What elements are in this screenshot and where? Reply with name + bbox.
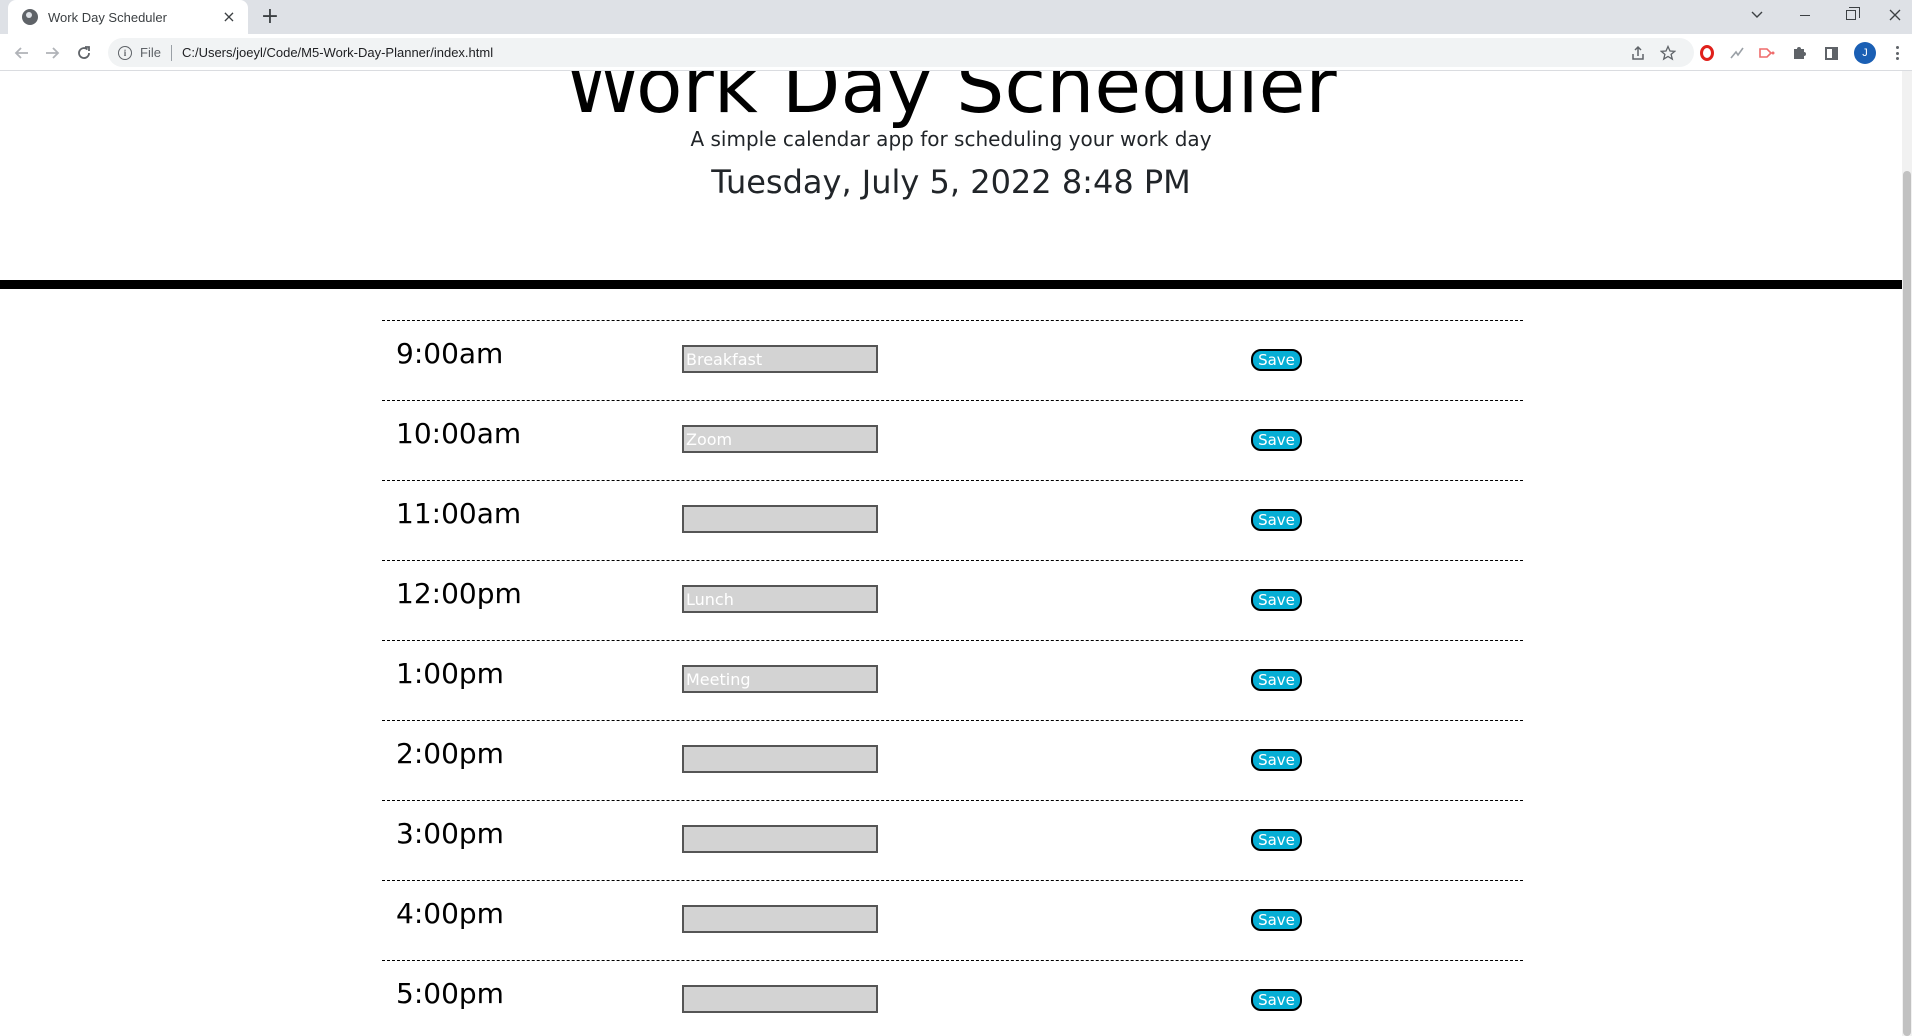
page-subtitle: A simple calendar app for scheduling you… (690, 127, 1212, 151)
forward-arrow-icon[interactable] (40, 41, 64, 65)
save-button[interactable]: Save (1251, 749, 1302, 771)
save-button[interactable]: Save (1251, 909, 1302, 931)
hour-label: 4:00pm (396, 897, 504, 930)
event-input[interactable] (682, 665, 878, 693)
time-block-row: 9:00am Save (382, 320, 1523, 400)
stats-icon[interactable] (1727, 43, 1747, 63)
planner: 9:00am Save 10:00am Save 11:00am Save 12… (382, 320, 1523, 1036)
hour-label: 1:00pm (396, 657, 504, 690)
page-viewport: Work Day Scheduler A simple calendar app… (0, 71, 1912, 1036)
time-block-row: 1:00pm Save (382, 640, 1523, 720)
time-block-row: 10:00am Save (382, 400, 1523, 480)
hour-label: 9:00am (396, 337, 504, 370)
url-text[interactable]: C:/Users/joeyl/Code/M5-Work-Day-Planner/… (182, 45, 493, 60)
hour-label: 3:00pm (396, 817, 504, 850)
star-icon[interactable] (1660, 38, 1676, 67)
scrollbar-thumb[interactable] (1903, 171, 1911, 1036)
tab-title: Work Day Scheduler (48, 9, 167, 25)
info-icon[interactable]: i (118, 45, 132, 60)
time-block-row: 3:00pm Save (382, 800, 1523, 880)
time-block-row: 4:00pm Save (382, 880, 1523, 960)
hour-label: 12:00pm (396, 577, 522, 610)
address-bar[interactable]: i File C:/Users/joeyl/Code/M5-Work-Day-P… (108, 38, 1694, 67)
time-block-row: 12:00pm Save (382, 560, 1523, 640)
event-input[interactable] (682, 745, 878, 773)
puzzle-icon[interactable] (1789, 43, 1809, 63)
scrollbar[interactable] (1902, 71, 1912, 1036)
share-icon[interactable] (1630, 38, 1646, 67)
header: Work Day Scheduler A simple calendar app… (0, 71, 1902, 289)
event-input[interactable] (682, 505, 878, 533)
restore-icon[interactable] (1834, 0, 1868, 30)
time-block-row: 11:00am Save (382, 480, 1523, 560)
save-button[interactable]: Save (1251, 349, 1302, 371)
hour-label: 10:00am (396, 417, 522, 450)
event-input[interactable] (682, 425, 878, 453)
save-button[interactable]: Save (1251, 669, 1302, 691)
current-date-time: Tuesday, July 5, 2022 8:48 PM (711, 163, 1191, 201)
omnibox-divider (170, 44, 172, 61)
save-button[interactable]: Save (1251, 829, 1302, 851)
event-input[interactable] (682, 345, 878, 373)
url-scheme: File (140, 45, 161, 60)
close-icon[interactable]: × (220, 8, 238, 26)
more-icon[interactable] (1890, 43, 1904, 63)
hour-label: 2:00pm (396, 737, 504, 770)
hour-label: 5:00pm (396, 977, 504, 1010)
avatar[interactable]: J (1854, 42, 1876, 64)
hour-label: 11:00am (396, 497, 522, 530)
side-panel-icon[interactable] (1821, 43, 1841, 63)
reload-icon[interactable] (72, 41, 96, 65)
time-block-row: 2:00pm Save (382, 720, 1523, 800)
save-button[interactable]: Save (1251, 509, 1302, 531)
browser-tab[interactable]: Work Day Scheduler × (8, 0, 248, 34)
event-input[interactable] (682, 985, 878, 1013)
extension-icon[interactable] (1757, 43, 1777, 63)
browser-toolbar: i File C:/Users/joeyl/Code/M5-Work-Day-P… (0, 34, 1912, 71)
opera-icon[interactable] (1697, 43, 1717, 63)
minimize-icon[interactable] (1788, 0, 1822, 30)
plus-icon[interactable]: + (258, 4, 282, 30)
back-arrow-icon[interactable] (10, 41, 34, 65)
globe-icon (22, 9, 38, 25)
chevron-down-icon[interactable] (1740, 0, 1774, 30)
time-block-row: 5:00pm Save (382, 960, 1523, 1036)
window-close-icon[interactable] (1878, 0, 1912, 30)
tab-strip: Work Day Scheduler × + (0, 0, 1912, 34)
save-button[interactable]: Save (1251, 589, 1302, 611)
event-input[interactable] (682, 905, 878, 933)
save-button[interactable]: Save (1251, 989, 1302, 1011)
save-button[interactable]: Save (1251, 429, 1302, 451)
event-input[interactable] (682, 825, 878, 853)
event-input[interactable] (682, 585, 878, 613)
